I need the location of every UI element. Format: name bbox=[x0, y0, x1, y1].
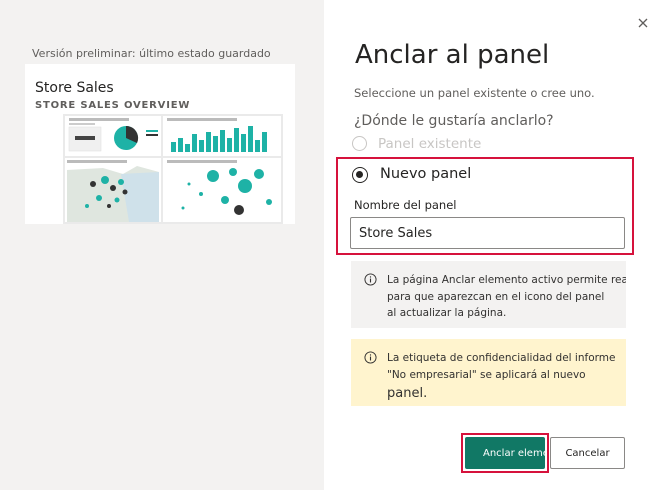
dialog-description: Seleccione un panel existente o cree uno… bbox=[354, 86, 595, 100]
existing-dashboard-label: Panel existente bbox=[378, 136, 482, 152]
dialog-title: Anclar al panel bbox=[355, 40, 550, 70]
cancel-button[interactable]: Cancelar bbox=[550, 437, 625, 469]
info-message-line-3: al actualizar la página. bbox=[387, 307, 507, 319]
new-dashboard-label: Nuevo panel bbox=[380, 166, 472, 182]
radio-checked-icon bbox=[352, 167, 368, 183]
sensitivity-message-line-2: "No empresarial" se aplicará al nuevo bbox=[387, 369, 586, 381]
sensitivity-label-message: La etiqueta de confidencialidad del info… bbox=[351, 339, 626, 406]
report-thumbnail bbox=[63, 114, 283, 224]
info-icon bbox=[364, 273, 377, 286]
preview-report-subtitle: STORE SALES OVERVIEW bbox=[35, 100, 191, 111]
preview-label: Versión preliminar: último estado guarda… bbox=[32, 47, 271, 60]
sensitivity-message-line-1: La etiqueta de confidencialidad del info… bbox=[387, 352, 616, 364]
info-message-line-2: para que aparezcan en el icono del panel bbox=[387, 291, 605, 303]
report-preview-card: Store Sales STORE SALES OVERVIEW bbox=[25, 64, 295, 224]
pin-location-question: ¿Dónde le gustaría anclarlo? bbox=[354, 113, 554, 129]
radio-unchecked-icon bbox=[352, 136, 367, 151]
sensitivity-message-line-3: panel. bbox=[387, 386, 428, 401]
dashboard-name-label: Nombre del panel bbox=[354, 198, 457, 212]
preview-pane: Versión preliminar: último estado guarda… bbox=[0, 0, 324, 490]
info-message-line-1: La página Anclar elemento activo permite… bbox=[387, 274, 626, 286]
pin-live-button[interactable]: Anclar elemento bbox=[465, 437, 545, 469]
info-icon bbox=[364, 351, 377, 364]
live-page-info-message: La página Anclar elemento activo permite… bbox=[351, 261, 626, 328]
close-icon[interactable] bbox=[634, 14, 652, 32]
preview-report-title: Store Sales bbox=[35, 80, 114, 96]
dashboard-name-input[interactable] bbox=[350, 217, 625, 249]
